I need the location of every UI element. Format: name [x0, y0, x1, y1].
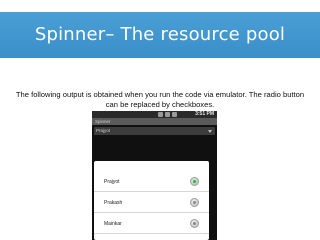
option-prajyot[interactable]: Prajyot — [94, 172, 209, 192]
spinner-value: Prajyot — [96, 128, 111, 133]
option-label: Prajyot — [104, 179, 120, 185]
radio-dot-icon — [193, 222, 196, 225]
slide: Spinner– The resource pool The following… — [0, 0, 320, 240]
title-bar: Spinner– The resource pool — [0, 12, 320, 58]
app-title: Spinner — [95, 119, 111, 124]
radio-button[interactable] — [190, 219, 199, 228]
status-time: 3:51 PM — [195, 111, 214, 118]
body-line-2: can be replaced by checkboxes. — [105, 100, 215, 109]
radio-dot-icon — [193, 180, 196, 183]
app-title-bar: Spinner — [92, 118, 217, 125]
emulator-screenshot: 3:51 PM Spinner Prajyot Prajyot Prakash — [92, 111, 217, 240]
radio-button[interactable] — [190, 198, 199, 207]
status-time-value: 3:51 — [195, 111, 206, 117]
slide-title: Spinner– The resource pool — [34, 24, 286, 45]
spinner-dropdown-dialog: Prajyot Prakash Mainkar — [94, 161, 209, 240]
option-label: Prakash — [104, 200, 123, 206]
chevron-down-icon — [208, 130, 212, 133]
signal-icon — [165, 112, 170, 117]
body-line-1: The following output is obtained when yo… — [15, 90, 305, 99]
radio-dot-icon — [193, 201, 196, 204]
battery-icon — [172, 112, 177, 117]
notification-icon — [158, 112, 163, 117]
status-time-suffix: PM — [206, 111, 215, 117]
status-bar: 3:51 PM — [92, 111, 217, 118]
option-label: Mainkar — [104, 221, 122, 227]
spinner[interactable]: Prajyot — [94, 127, 215, 135]
option-mainkar[interactable]: Mainkar — [94, 214, 209, 234]
status-icons — [158, 112, 177, 117]
slide-body-text: The following output is obtained when yo… — [0, 90, 320, 110]
radio-button-checked[interactable] — [190, 177, 199, 186]
option-prakash[interactable]: Prakash — [94, 193, 209, 213]
